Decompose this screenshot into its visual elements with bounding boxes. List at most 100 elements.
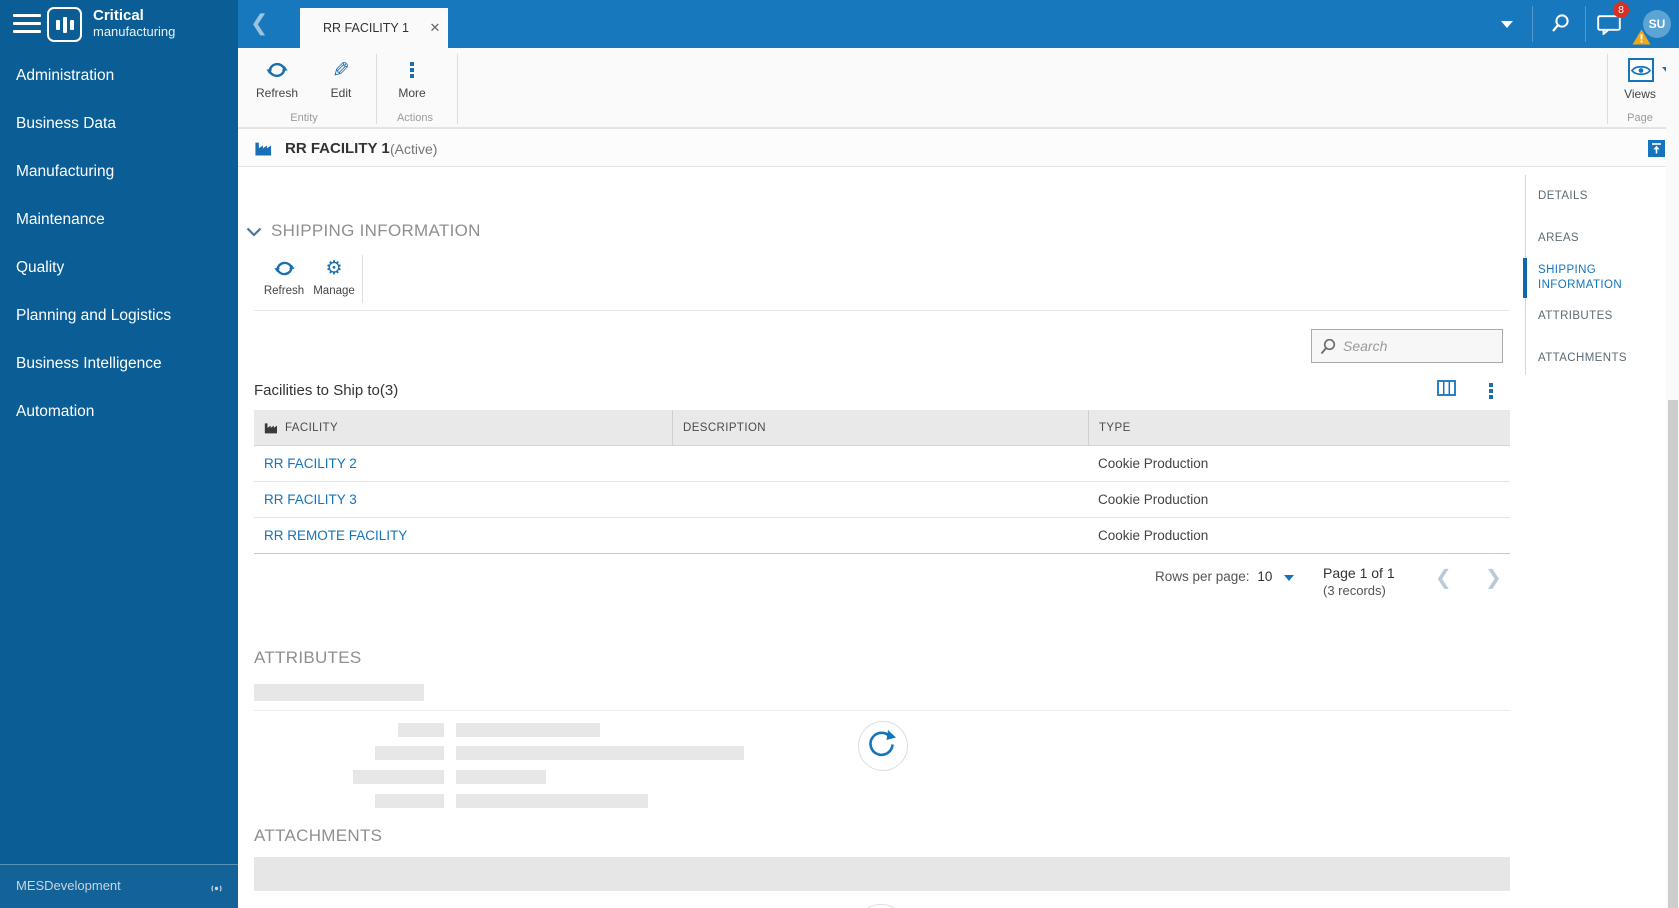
table-title: Facilities to Ship to(3)	[254, 382, 398, 399]
tab-scroll-left-icon[interactable]: ❮	[250, 11, 266, 37]
sidebar-item-business-data[interactable]: Business Data	[0, 100, 238, 148]
rail-item-attachments[interactable]: ATTACHMENTS	[1538, 351, 1638, 366]
active-section-indicator	[1523, 258, 1527, 298]
refresh-icon	[249, 56, 305, 83]
edit-icon: ✎	[332, 58, 350, 82]
section-collapse-icon[interactable]	[246, 227, 262, 237]
views-label: Views	[1610, 87, 1670, 101]
brand-name-bottom: manufacturing	[93, 25, 175, 39]
entity-header: RR FACILITY 1 (Active)	[238, 128, 1679, 167]
rows-per-page-dropdown-icon[interactable]	[1284, 575, 1294, 581]
rows-per-page-control[interactable]: Rows per page: 10	[1155, 569, 1294, 584]
section-divider	[254, 310, 1510, 311]
entity-title: RR FACILITY 1	[285, 140, 390, 157]
next-page-icon[interactable]: ❯	[1485, 565, 1502, 589]
edit-label: Edit	[313, 86, 369, 100]
manage-label: Manage	[308, 285, 360, 297]
shipping-refresh-button[interactable]: Refresh	[258, 255, 310, 297]
table-row: RR FACILITY 2 Cookie Production	[254, 446, 1510, 482]
rail-item-details[interactable]: DETAILS	[1538, 189, 1638, 204]
table-header-row: FACILITY DESCRIPTION TYPE	[254, 410, 1510, 446]
skeleton-bar	[254, 684, 424, 701]
arrow-up-icon	[1648, 140, 1665, 157]
loading-spinner-icon	[857, 720, 909, 772]
scrollbar-thumb[interactable]	[1668, 400, 1678, 908]
edit-button[interactable]: ✎ Edit	[313, 56, 369, 100]
attributes-section-title: ATTRIBUTES	[254, 648, 362, 668]
rail-item-areas[interactable]: AREAS	[1538, 231, 1638, 246]
search-icon[interactable]	[1550, 13, 1571, 35]
records-info: (3 records)	[1323, 583, 1386, 598]
sidebar-item-administration[interactable]: Administration	[0, 52, 238, 100]
connection-icon	[209, 880, 224, 893]
menu-icon[interactable]	[13, 14, 41, 35]
facility-link[interactable]: RR FACILITY 3	[264, 492, 357, 507]
column-label: TYPE	[1099, 422, 1131, 434]
messages-icon[interactable]	[1597, 15, 1621, 35]
table-row: RR REMOTE FACILITY Cookie Production	[254, 518, 1510, 554]
sidebar-item-automation[interactable]: Automation	[0, 388, 238, 436]
description-cell	[672, 518, 1088, 553]
shipping-section-title[interactable]: SHIPPING INFORMATION	[271, 221, 481, 241]
section-divider	[254, 710, 1510, 711]
topbar-divider	[1585, 6, 1586, 42]
facilities-table: FACILITY DESCRIPTION TYPE RR FACILITY 2 …	[254, 410, 1510, 554]
tab-close-icon[interactable]: ✕	[422, 21, 448, 36]
skeleton-bar	[375, 746, 444, 760]
more-label: More	[384, 86, 440, 100]
search-box	[1311, 329, 1503, 363]
description-cell	[672, 446, 1088, 481]
column-label: FACILITY	[285, 422, 338, 434]
sidebar-item-maintenance[interactable]: Maintenance	[0, 196, 238, 244]
attachments-section-title: ATTACHMENTS	[254, 826, 382, 846]
environment-label: MESDevelopment	[16, 878, 121, 893]
column-header-facility[interactable]: FACILITY	[254, 410, 672, 445]
rail-item-shipping-information[interactable]: SHIPPING INFORMATION	[1538, 263, 1638, 293]
brand-logo-icon	[47, 7, 82, 42]
facility-link[interactable]: RR FACILITY 2	[264, 456, 357, 471]
column-header-type[interactable]: TYPE	[1088, 410, 1510, 445]
tabs-dropdown-icon[interactable]	[1501, 21, 1513, 28]
tab-rr-facility-1[interactable]: RR FACILITY 1 ✕	[300, 8, 448, 48]
search-input[interactable]	[1343, 338, 1493, 354]
skeleton-bar	[456, 794, 648, 808]
table-menu-icon[interactable]	[1483, 379, 1499, 403]
sidebar-item-planning-logistics[interactable]: Planning and Logistics	[0, 292, 238, 340]
sidebar-footer[interactable]: MESDevelopment	[0, 864, 238, 908]
rail-item-attributes[interactable]: ATTRIBUTES	[1538, 309, 1638, 324]
actions-group-caption: Actions	[375, 112, 455, 124]
page-info: Page 1 of 1	[1323, 565, 1395, 581]
skeleton-bar	[456, 770, 546, 784]
page-content: SHIPPING INFORMATION Refresh ⚙ Manage	[238, 167, 1679, 908]
eye-icon	[1631, 64, 1651, 77]
type-cell: Cookie Production	[1088, 518, 1510, 553]
shipping-manage-button[interactable]: ⚙ Manage	[308, 255, 360, 297]
vertical-scrollbar[interactable]	[1666, 48, 1679, 908]
views-button[interactable]	[1628, 58, 1654, 82]
sidebar-header: Critical manufacturing	[0, 0, 238, 50]
facility-icon	[254, 141, 274, 156]
column-header-description[interactable]: DESCRIPTION	[672, 410, 1088, 445]
facility-link[interactable]: RR REMOTE FACILITY	[264, 528, 407, 543]
manage-columns-icon[interactable]	[1437, 380, 1456, 396]
sidebar-item-quality[interactable]: Quality	[0, 244, 238, 292]
previous-page-icon[interactable]: ❮	[1435, 565, 1452, 589]
rows-per-page-label: Rows per page:	[1155, 569, 1250, 584]
skeleton-bar	[456, 723, 600, 737]
collapse-header-button[interactable]	[1648, 140, 1665, 157]
toolbar-divider	[362, 255, 363, 303]
refresh-label: Refresh	[249, 86, 305, 100]
skeleton-bar	[456, 746, 744, 760]
refresh-icon	[258, 255, 310, 281]
topbar: ❮ RR FACILITY 1 ✕ 8 SU	[238, 0, 1679, 48]
more-button[interactable]: More	[384, 56, 440, 100]
skeleton-bar	[375, 794, 444, 808]
sidebar-item-business-intelligence[interactable]: Business Intelligence	[0, 340, 238, 388]
loading-spinner-icon	[855, 904, 907, 908]
facility-icon	[264, 422, 279, 434]
notification-badge: 8	[1613, 2, 1629, 18]
app-root: Critical manufacturing Administration Bu…	[0, 0, 1679, 908]
sidebar-item-manufacturing[interactable]: Manufacturing	[0, 148, 238, 196]
refresh-button[interactable]: Refresh	[249, 56, 305, 100]
manage-gear-icon: ⚙	[325, 257, 342, 279]
